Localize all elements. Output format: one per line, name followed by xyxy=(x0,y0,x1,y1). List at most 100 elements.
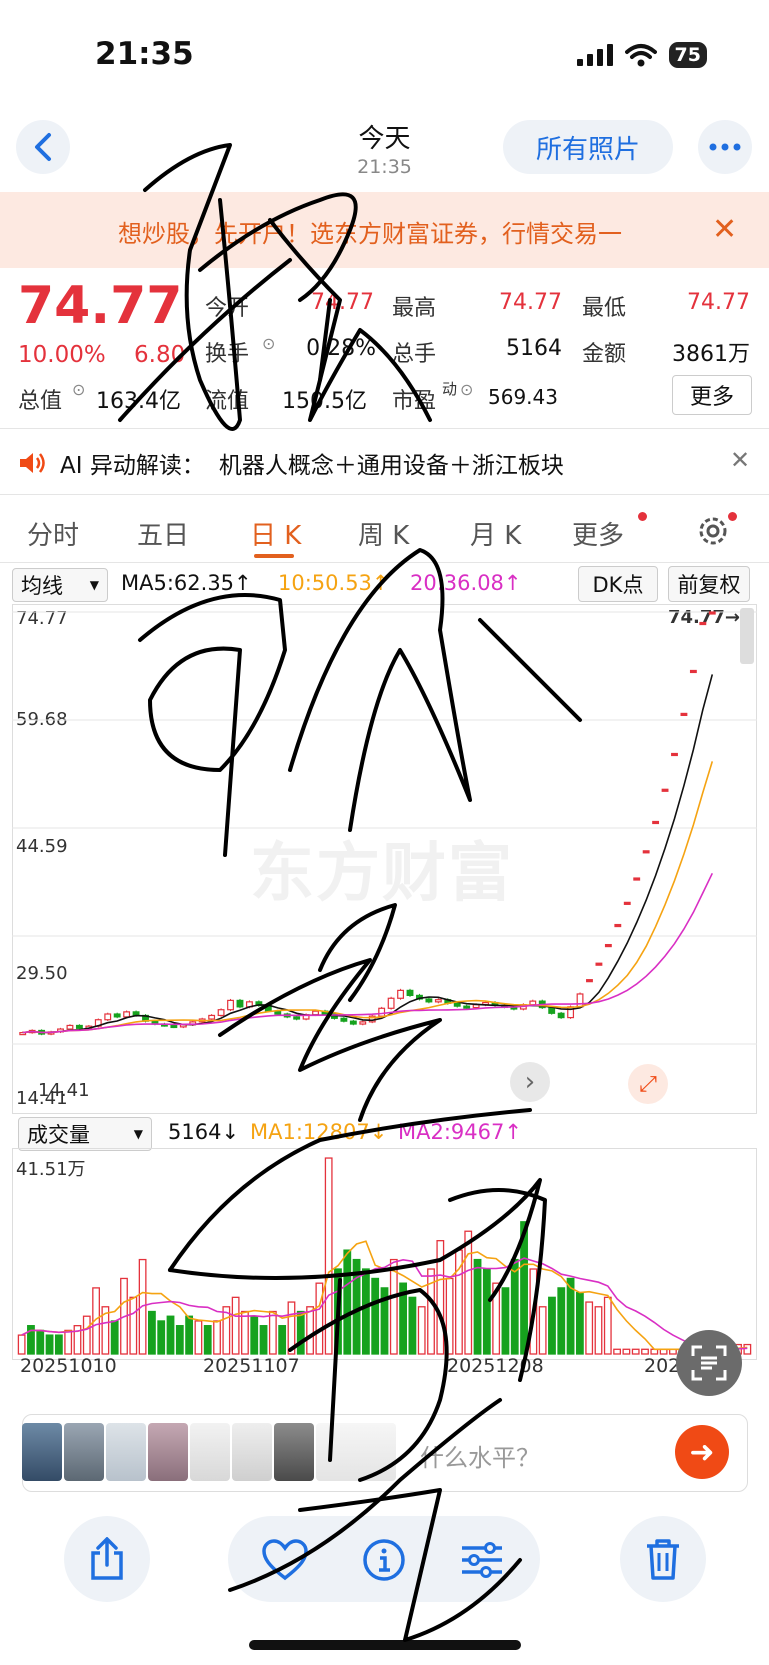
info-button[interactable] xyxy=(362,1538,406,1586)
candle xyxy=(671,752,678,757)
thumbnail-image[interactable] xyxy=(64,1423,104,1481)
float-cap-label: 流值 xyxy=(205,389,250,414)
amount-value: 3861万 xyxy=(672,342,750,367)
volume-bar xyxy=(17,1334,26,1355)
candle xyxy=(614,923,622,928)
volume-bar xyxy=(241,1310,249,1355)
volume-bar xyxy=(45,1334,54,1355)
ma10-value: 10:50.53↑ xyxy=(278,571,390,595)
scan-text-icon xyxy=(691,1345,727,1381)
volume-bar xyxy=(194,1320,203,1355)
tab-daily-k[interactable]: 日 K xyxy=(250,515,301,552)
info-icon[interactable]: ⊙ xyxy=(262,334,275,353)
tab-monthly-k[interactable]: 月 K xyxy=(470,515,521,552)
candle xyxy=(699,621,707,626)
volume-bar xyxy=(147,1310,156,1355)
close-icon[interactable]: ✕ xyxy=(730,446,750,474)
volume-plot[interactable] xyxy=(12,1148,757,1360)
candle xyxy=(340,1017,348,1022)
thumbnail-image[interactable] xyxy=(148,1423,188,1481)
float-cap-value: 150.5亿 xyxy=(282,389,367,414)
thumbnail-image[interactable] xyxy=(22,1423,62,1481)
send-button[interactable]: ➜ xyxy=(675,1425,729,1479)
thumbnail-image[interactable] xyxy=(232,1423,272,1481)
ai-insight-row[interactable]: AI 异动解读： 机器人概念＋通用设备＋浙江板块 xyxy=(18,446,564,480)
thumbnail-image[interactable] xyxy=(106,1423,146,1481)
promo-text: 想炒股，先开户！选东方财富证券，行情交易一 xyxy=(118,220,622,248)
more-quote-button[interactable]: 更多 xyxy=(672,375,752,415)
volume-bar xyxy=(575,1291,584,1355)
scan-text-button[interactable] xyxy=(676,1330,742,1396)
volume-bar xyxy=(464,1230,473,1355)
dk-point-button[interactable]: DK点 xyxy=(578,566,658,602)
ma-selector[interactable]: 均线 ▼ xyxy=(12,568,108,602)
ai-insight-text: 机器人概念＋通用设备＋浙江板块 xyxy=(218,453,564,479)
volume-bar xyxy=(371,1277,380,1355)
tab-intraday[interactable]: 分时 xyxy=(27,515,79,552)
info-icon[interactable]: ⊙ xyxy=(460,380,473,399)
favorite-button[interactable] xyxy=(262,1539,308,1585)
volume-bar xyxy=(315,1282,324,1355)
candle xyxy=(359,1021,367,1025)
volume-selector-label: 成交量 xyxy=(27,1123,90,1147)
candle xyxy=(66,1024,74,1030)
turnover-value: 0.28% xyxy=(306,336,376,361)
scroll-handle[interactable] xyxy=(740,608,754,664)
x-tick-label: 202 xyxy=(644,1355,681,1377)
share-button[interactable] xyxy=(64,1516,150,1602)
volume-bar xyxy=(231,1296,240,1355)
candle xyxy=(604,943,612,948)
cellular-signal-icon xyxy=(576,44,613,66)
close-icon[interactable]: ✕ xyxy=(712,212,737,247)
volume-bar xyxy=(268,1310,277,1355)
market-cap-value: 163.4亿 xyxy=(96,389,181,414)
thumbnail-image[interactable] xyxy=(190,1423,230,1481)
volume-bar xyxy=(250,1315,259,1355)
volume-bar xyxy=(603,1296,612,1355)
expand-icon[interactable]: ⤢ xyxy=(628,1064,668,1104)
ma20-line xyxy=(22,872,714,1034)
volume-indicator-selector[interactable]: 成交量 ▼ xyxy=(18,1117,152,1151)
market-cap-label: 总值 xyxy=(18,389,63,414)
candle xyxy=(349,1020,357,1025)
thumbnail-image[interactable] xyxy=(274,1423,314,1481)
volume-bar xyxy=(203,1325,212,1355)
all-photos-button[interactable]: 所有照片 xyxy=(503,120,673,174)
thumbnail-image[interactable] xyxy=(316,1423,396,1481)
candle xyxy=(293,1016,301,1020)
volume-bar xyxy=(613,1348,622,1355)
info-icon[interactable]: ⊙ xyxy=(72,380,85,399)
chevron-right-icon[interactable]: › xyxy=(510,1062,550,1102)
more-options-button[interactable] xyxy=(698,120,752,174)
candle xyxy=(652,820,660,825)
change-amount: 6.80 xyxy=(134,342,186,368)
tab-more[interactable]: 更多 xyxy=(572,515,624,552)
ma20-value: 20:36.08↑ xyxy=(410,571,522,595)
candle xyxy=(453,1002,461,1007)
tab-five-day[interactable]: 五日 xyxy=(137,515,189,552)
candle xyxy=(548,1006,556,1014)
volume-bar xyxy=(482,1268,491,1355)
dropdown-arrow-icon: ▼ xyxy=(133,1127,143,1141)
adjust-button[interactable] xyxy=(460,1540,504,1584)
candle xyxy=(425,998,433,1003)
volume-bar xyxy=(166,1315,175,1355)
delete-button[interactable] xyxy=(620,1516,706,1602)
candle xyxy=(217,1009,225,1017)
volume-bar xyxy=(538,1306,547,1355)
candle xyxy=(227,999,234,1011)
ma-selector-label: 均线 xyxy=(21,574,63,598)
candle xyxy=(661,788,669,792)
sliders-icon xyxy=(462,1542,502,1578)
volume-bar xyxy=(743,1343,752,1355)
tab-weekly-k[interactable]: 周 K xyxy=(358,515,409,552)
ma10-line xyxy=(22,761,714,1034)
adjust-mode-button[interactable]: 前复权 xyxy=(668,566,750,602)
open-value: 74.77 xyxy=(311,290,374,315)
kline-plot[interactable] xyxy=(12,604,757,1114)
pe-label: 市盈 xyxy=(392,389,437,414)
pe-superscript: 动 xyxy=(442,380,458,398)
vol-ma2-value: MA2:9467↑ xyxy=(398,1120,522,1144)
volume-bar xyxy=(622,1348,631,1355)
settings-gear-icon[interactable] xyxy=(696,514,730,548)
